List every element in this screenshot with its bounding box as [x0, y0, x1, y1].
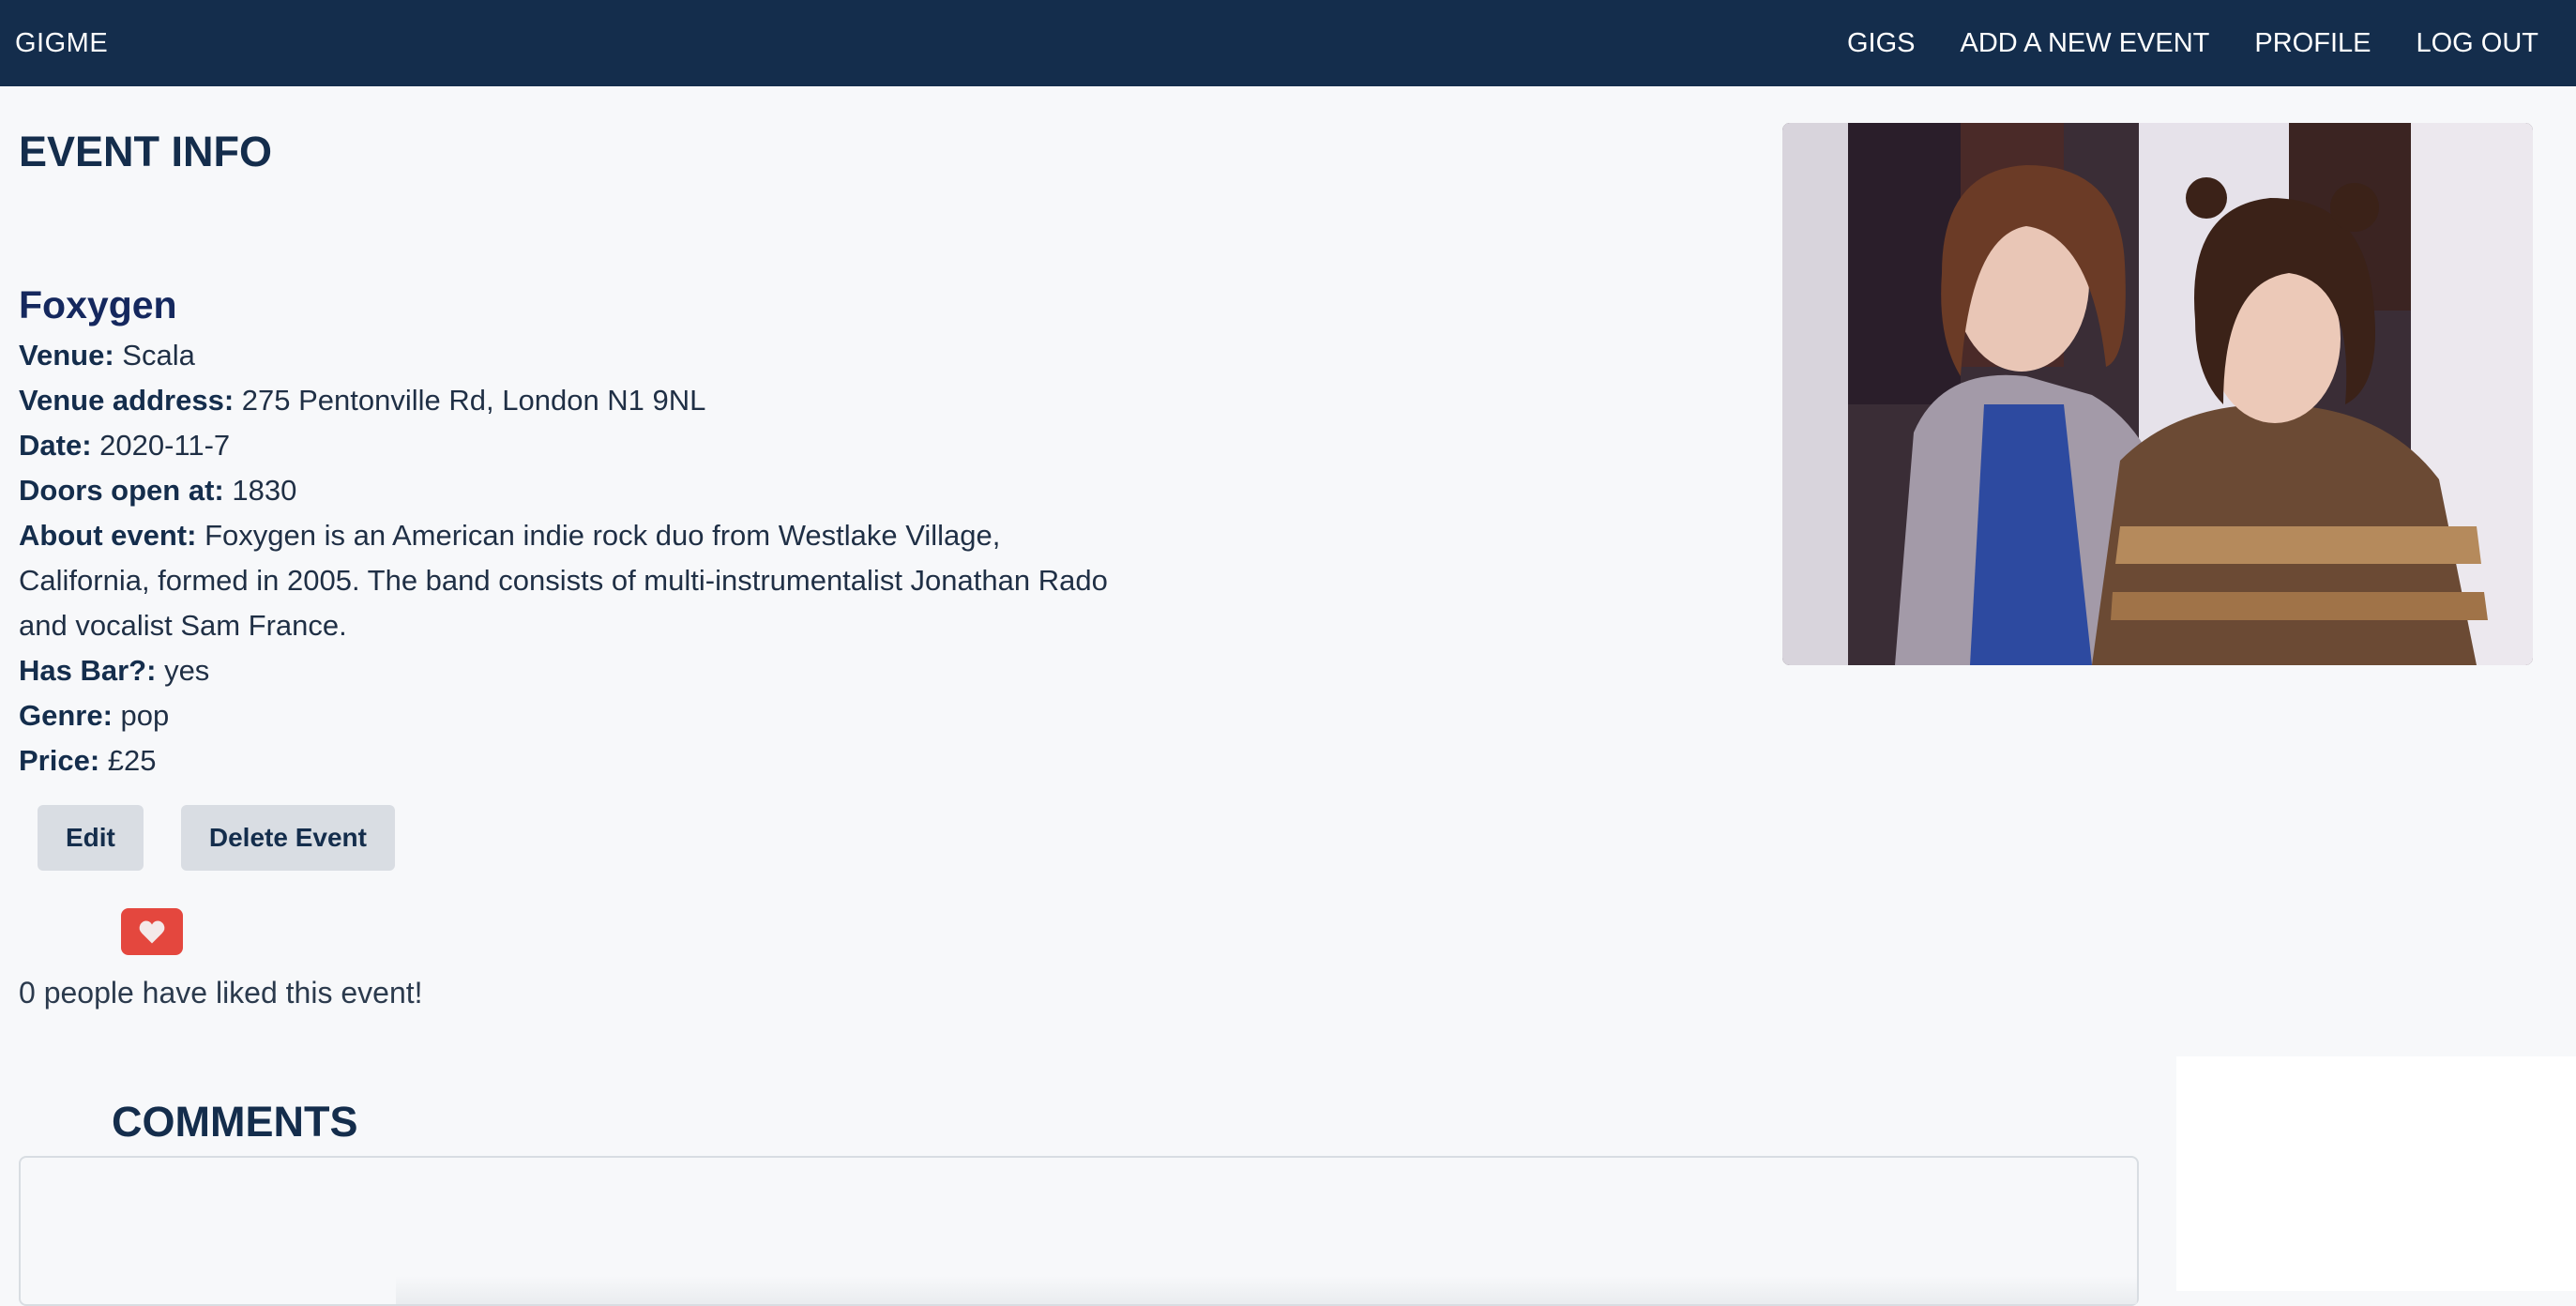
price-row: Price: £25: [19, 738, 1135, 783]
edit-button[interactable]: Edit: [38, 805, 144, 871]
price-value: £25: [107, 744, 157, 777]
doors-open-value: 1830: [232, 474, 297, 507]
brand-logo[interactable]: GIGME: [15, 28, 108, 59]
side-panel: [2176, 1056, 2576, 1291]
venue-row: Venue: Scala: [19, 333, 1135, 378]
nav-link-gigs[interactable]: GIGS: [1847, 28, 1916, 59]
about-event-row: About event: Foxygen is an American indi…: [19, 513, 1135, 648]
event-details: Foxygen Venue: Scala Venue address: 275 …: [19, 283, 1135, 783]
nav-link-add-event[interactable]: ADD A NEW EVENT: [1961, 28, 2210, 59]
nav-link-logout[interactable]: LOG OUT: [2416, 28, 2538, 59]
has-bar-label: Has Bar?:: [19, 654, 157, 687]
date-row: Date: 2020-11-7: [19, 423, 1135, 468]
venue-address-row: Venue address: 275 Pentonville Rd, Londo…: [19, 378, 1135, 423]
comments-heading: COMMENTS: [112, 1098, 358, 1146]
date-value: 2020-11-7: [99, 429, 231, 462]
venue-value: Scala: [122, 339, 195, 372]
page-title: EVENT INFO: [19, 128, 273, 175]
event-image: [1782, 123, 2533, 665]
date-label: Date:: [19, 429, 92, 462]
doors-open-label: Doors open at:: [19, 474, 224, 507]
venue-address-value: 275 Pentonville Rd, London N1 9NL: [241, 384, 706, 417]
top-navbar: GIGME GIGS ADD A NEW EVENT PROFILE LOG O…: [0, 0, 2576, 86]
about-event-label: About event:: [19, 519, 197, 552]
event-title: Foxygen: [19, 283, 177, 326]
delete-event-button[interactable]: Delete Event: [180, 805, 395, 871]
like-count-text: 0 people have liked this event!: [19, 976, 423, 1010]
price-label: Price:: [19, 744, 100, 777]
venue-address-label: Venue address:: [19, 384, 235, 417]
heart-icon: [139, 920, 165, 944]
genre-value: pop: [120, 699, 170, 732]
genre-label: Genre:: [19, 699, 113, 732]
event-actions: Edit Delete Event: [38, 805, 395, 871]
has-bar-row: Has Bar?: yes: [19, 648, 1135, 693]
doors-open-row: Doors open at: 1830: [19, 468, 1135, 513]
like-button[interactable]: [121, 908, 183, 955]
comments-box[interactable]: [19, 1156, 2139, 1306]
has-bar-value: yes: [164, 654, 210, 687]
genre-row: Genre: pop: [19, 693, 1135, 738]
nav-link-profile[interactable]: PROFILE: [2254, 28, 2371, 59]
nav-links: GIGS ADD A NEW EVENT PROFILE LOG OUT: [1847, 28, 2538, 59]
venue-label: Venue:: [19, 339, 114, 372]
